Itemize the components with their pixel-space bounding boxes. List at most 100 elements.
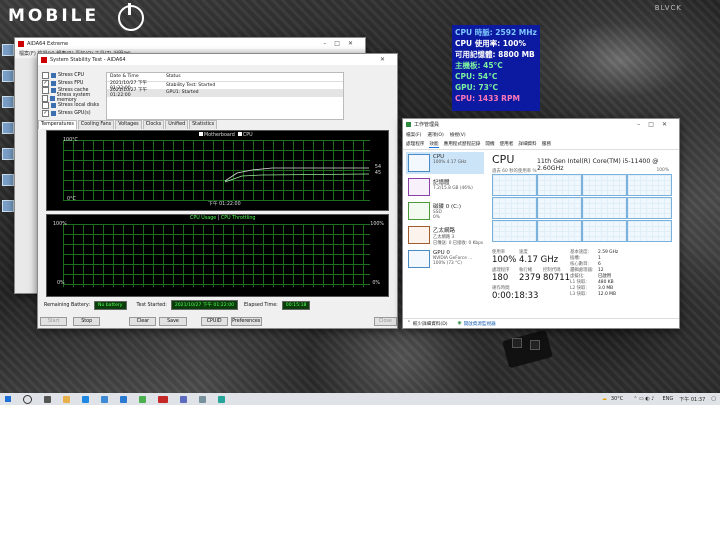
die	[530, 340, 540, 350]
desktop-icon[interactable]	[2, 148, 14, 160]
aida64-logo-icon	[41, 56, 47, 63]
window-controls[interactable]: –□✕	[323, 40, 361, 47]
mail-icon[interactable]	[120, 395, 127, 403]
tab-cooling-fans[interactable]: Cooling Fans	[77, 120, 115, 129]
cpu-heading: CPU	[492, 153, 515, 166]
sst-titlebar[interactable]: System Stability Test - AIDA64 ✕	[38, 54, 397, 65]
system-stability-test-window[interactable]: System Stability Test - AIDA64 ✕ Stress …	[37, 53, 398, 329]
tab-voltages[interactable]: Voltages	[115, 120, 142, 129]
sidebar-item-memory[interactable]: 記憶體 7.2/15.8 GB (46%)	[406, 176, 484, 198]
unchecked-checkbox-icon[interactable]	[42, 87, 49, 95]
tab-services[interactable]: 服務	[542, 141, 551, 147]
y-axis-max-right: 100%	[370, 222, 384, 227]
tab-unified[interactable]: Unified	[165, 120, 189, 129]
app-icon[interactable]	[218, 395, 225, 403]
task-view-icon[interactable]	[44, 395, 51, 403]
desktop-icon[interactable]	[2, 200, 14, 212]
stress-option[interactable]: ✓ Stress GPU(s)	[42, 109, 104, 118]
table-cell: GPU1: Started	[166, 90, 199, 96]
file-explorer-icon[interactable]	[63, 395, 70, 403]
open-resource-monitor-link[interactable]: 開啟資源監視器	[464, 321, 496, 327]
status-bar: Remaining Battery: No battery Test Start…	[44, 300, 314, 310]
app-icon[interactable]	[180, 395, 187, 403]
menu-view[interactable]: 檢視(V)	[450, 132, 466, 138]
detail-value: 3.0 MB	[598, 285, 614, 291]
window-controls[interactable]: –□✕	[637, 121, 675, 128]
tab-temperatures[interactable]: Temperatures	[38, 120, 77, 129]
aida64-titlebar[interactable]: AIDA64 Extreme –□✕	[15, 38, 365, 49]
app-icon[interactable]	[199, 395, 206, 403]
input-language[interactable]: ENG	[662, 396, 673, 402]
cpu-thumbnail	[408, 154, 430, 172]
start-button[interactable]: Start	[40, 317, 68, 326]
desktop-icon[interactable]	[2, 122, 14, 134]
cpu-usage-graph: CPU Usage | CPU Throttling 100% 100% 0% …	[46, 214, 389, 297]
tab-processes[interactable]: 處理程序	[406, 141, 424, 147]
tab-details[interactable]: 詳細資料	[518, 141, 536, 147]
menu-file[interactable]: 檔案(F)	[406, 132, 421, 138]
sidebar-item-disk[interactable]: 磁碟 0 (C:) SSD 0%	[406, 200, 484, 222]
sidebar-item-sub: 0%	[433, 215, 440, 220]
stop-button[interactable]: Stop	[73, 317, 101, 326]
table-row[interactable]: 2021/10/27 下午 01:22:00 GPU1: Started	[107, 88, 343, 98]
task-manager-titlebar[interactable]: 工作管理員 –□✕	[403, 119, 679, 130]
stress-option[interactable]: Stress local disks	[42, 102, 104, 110]
checked-checkbox-icon[interactable]: ✓	[42, 109, 49, 117]
windows-start-icon[interactable]	[5, 396, 11, 402]
tray-icons[interactable]: ⌃ ▭ ◐ ♪	[633, 396, 654, 402]
task-manager-window[interactable]: 工作管理員 –□✕ 檔案(F) 選項(O) 檢視(V) 處理程序 效能 應用程式…	[402, 118, 680, 329]
brand-watermark: BLVCK	[654, 4, 682, 12]
core-graph	[537, 174, 582, 196]
close-button[interactable]: Close	[373, 317, 397, 326]
tab-statistics[interactable]: Statistics	[189, 120, 218, 129]
edge-icon[interactable]	[82, 395, 89, 403]
close-icon[interactable]: ✕	[380, 56, 393, 63]
detail-value: 12	[598, 267, 604, 273]
stress-option-label: Stress CPU	[58, 73, 85, 79]
tab-performance[interactable]: 效能	[429, 141, 439, 148]
desktop-icon[interactable]	[2, 96, 14, 108]
aida64-taskbar-icon[interactable]	[158, 395, 168, 403]
tab-clocks[interactable]: Clocks	[142, 120, 165, 129]
unchecked-checkbox-icon[interactable]	[42, 94, 49, 102]
fewer-details-link[interactable]: 較少詳細資料(D)	[413, 321, 448, 327]
core-graph	[582, 197, 627, 219]
legend-cpu-usage: CPU Usage	[190, 216, 217, 221]
search-icon[interactable]	[23, 394, 32, 404]
detail-value: 已啟用	[598, 274, 612, 279]
sidebar-item-sub: 100% (73 °C)	[433, 261, 462, 266]
clear-button[interactable]: Clear	[129, 317, 157, 326]
desktop-icon[interactable]	[2, 70, 14, 82]
stress-option-label: Stress FPU	[58, 80, 84, 86]
weather-temp[interactable]: 30°C	[611, 396, 623, 402]
tab-startup[interactable]: 開機	[485, 141, 494, 147]
desktop-icon[interactable]	[2, 44, 14, 56]
sidebar-item-ethernet[interactable]: 乙太網路 乙太網路 3 已傳送: 0 已接收: 0 Kbps	[406, 224, 484, 246]
legend-cpu-throttling: CPU Throttling	[220, 216, 256, 221]
app-icon[interactable]	[139, 395, 146, 403]
hardware-icon	[51, 110, 56, 116]
clock[interactable]: 下午 01:37	[679, 396, 705, 403]
detail-value: 6	[598, 261, 601, 267]
stress-option[interactable]: Stress system memory	[42, 93, 104, 103]
desktop-icon[interactable]	[2, 174, 14, 186]
unchecked-checkbox-icon[interactable]	[42, 102, 49, 110]
menu-options[interactable]: 選項(O)	[427, 132, 443, 138]
sidebar-item-cpu[interactable]: CPU 100% 4.17 GHz	[406, 152, 484, 174]
save-button[interactable]: Save	[159, 317, 187, 326]
stress-option[interactable]: Stress CPU	[42, 72, 104, 80]
unchecked-checkbox-icon[interactable]	[42, 72, 49, 80]
tab-users[interactable]: 使用者	[500, 141, 514, 147]
system-tray: ☁ 30°C ⌃ ▭ ◐ ♪ ENG 下午 01:37 ▢	[602, 393, 716, 405]
tab-app-history[interactable]: 應用程式歷程記錄	[444, 141, 481, 147]
die	[512, 338, 522, 348]
notification-icon[interactable]: ▢	[711, 396, 716, 402]
sidebar-item-gpu[interactable]: GPU 0 NVIDIA GeForce ... 100% (73 °C)	[406, 248, 484, 270]
store-icon[interactable]	[101, 395, 108, 403]
stress-option[interactable]: ✓ Stress FPU	[42, 79, 104, 88]
checked-checkbox-icon[interactable]: ✓	[42, 79, 49, 87]
cpuid-button[interactable]: CPUID	[200, 317, 228, 326]
task-manager-tabs: 處理程序 效能 應用程式歷程記錄 開機 使用者 詳細資料 服務	[403, 139, 679, 150]
preferences-button[interactable]: Preferences	[230, 317, 262, 326]
taskbar: ☁ 30°C ⌃ ▭ ◐ ♪ ENG 下午 01:37 ▢	[0, 393, 720, 405]
